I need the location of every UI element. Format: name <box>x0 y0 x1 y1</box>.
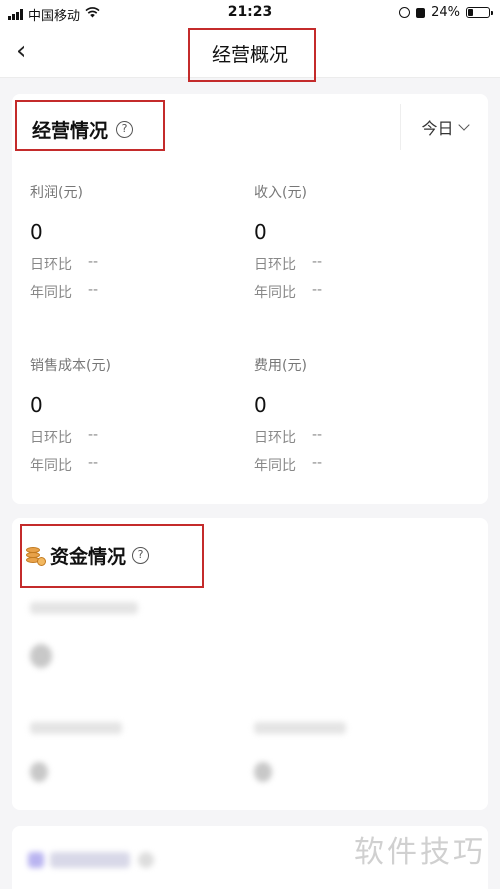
yoy-value: -- <box>312 455 323 471</box>
metric-yoy: 年同比 -- <box>254 282 474 302</box>
battery-icon <box>466 7 493 18</box>
metric-revenue: 收入(元) 0 日环比 -- 年同比 -- <box>254 182 474 302</box>
blurred-value <box>30 762 48 782</box>
status-right: 24% <box>399 5 493 20</box>
blurred-value <box>254 762 272 782</box>
metric-yoy: 年同比 -- <box>30 455 250 475</box>
annotation-box <box>188 28 316 82</box>
dod-value: -- <box>88 427 99 443</box>
dod-label: 日环比 <box>30 257 72 273</box>
metric-yoy: 年同比 -- <box>254 455 474 475</box>
period-label: 今日 <box>421 119 454 138</box>
yoy-label: 年同比 <box>30 458 72 474</box>
metric-value: 0 <box>254 220 267 244</box>
business-card: 经营情况 ? 今日 利润(元) 0 日环比 -- 年同比 -- 收入(元) 0 日环… <box>12 94 488 504</box>
metric-yoy: 年同比 -- <box>30 282 250 302</box>
dod-value: -- <box>312 427 323 443</box>
yoy-value: -- <box>312 282 323 298</box>
navigation-bar: ‹ 经营概况 <box>0 26 500 82</box>
blurred-value <box>30 644 52 668</box>
location-lock-icon <box>399 7 411 18</box>
blurred-label <box>30 722 122 734</box>
dod-value: -- <box>88 254 99 270</box>
annotation-box <box>20 524 204 588</box>
blurred-title <box>50 852 130 868</box>
dod-label: 日环比 <box>254 430 296 446</box>
blurred-icon <box>138 852 154 868</box>
funds-card: 资金情况 ? <box>12 518 488 810</box>
blurred-label <box>30 602 138 614</box>
period-selector[interactable]: 今日 <box>400 104 488 150</box>
yoy-label: 年同比 <box>254 285 296 301</box>
dod-value: -- <box>312 254 323 270</box>
metric-value: 0 <box>254 393 267 417</box>
battery-fill <box>468 9 473 16</box>
blurred-icon <box>28 852 44 868</box>
metric-dod: 日环比 -- <box>254 427 474 447</box>
metric-dod: 日环比 -- <box>30 427 250 447</box>
metric-dod: 日环比 -- <box>30 254 250 274</box>
yoy-value: -- <box>88 455 99 471</box>
metric-expense: 费用(元) 0 日环比 -- 年同比 -- <box>254 355 474 475</box>
watermark-text: 软件技巧 <box>354 835 486 870</box>
metric-value: 0 <box>30 393 43 417</box>
annotation-box <box>15 100 165 151</box>
metric-cost: 销售成本(元) 0 日环比 -- 年同比 -- <box>30 355 250 475</box>
status-bar: 中国移动 21:23 24% <box>0 0 500 26</box>
dod-label: 日环比 <box>30 430 72 446</box>
chevron-down-icon <box>457 119 470 131</box>
blurred-label <box>254 722 346 734</box>
dod-label: 日环比 <box>254 257 296 273</box>
metric-profit: 利润(元) 0 日环比 -- 年同比 -- <box>30 182 250 302</box>
battery-percent: 24% <box>431 5 460 20</box>
yoy-value: -- <box>88 282 99 298</box>
metric-label: 利润(元) <box>30 185 83 201</box>
yoy-label: 年同比 <box>254 458 296 474</box>
lock-icon <box>416 7 426 18</box>
metric-label: 销售成本(元) <box>30 358 111 374</box>
metric-dod: 日环比 -- <box>254 254 474 274</box>
metric-label: 收入(元) <box>254 185 307 201</box>
metric-label: 费用(元) <box>254 358 307 374</box>
metric-value: 0 <box>30 220 43 244</box>
yoy-label: 年同比 <box>30 285 72 301</box>
